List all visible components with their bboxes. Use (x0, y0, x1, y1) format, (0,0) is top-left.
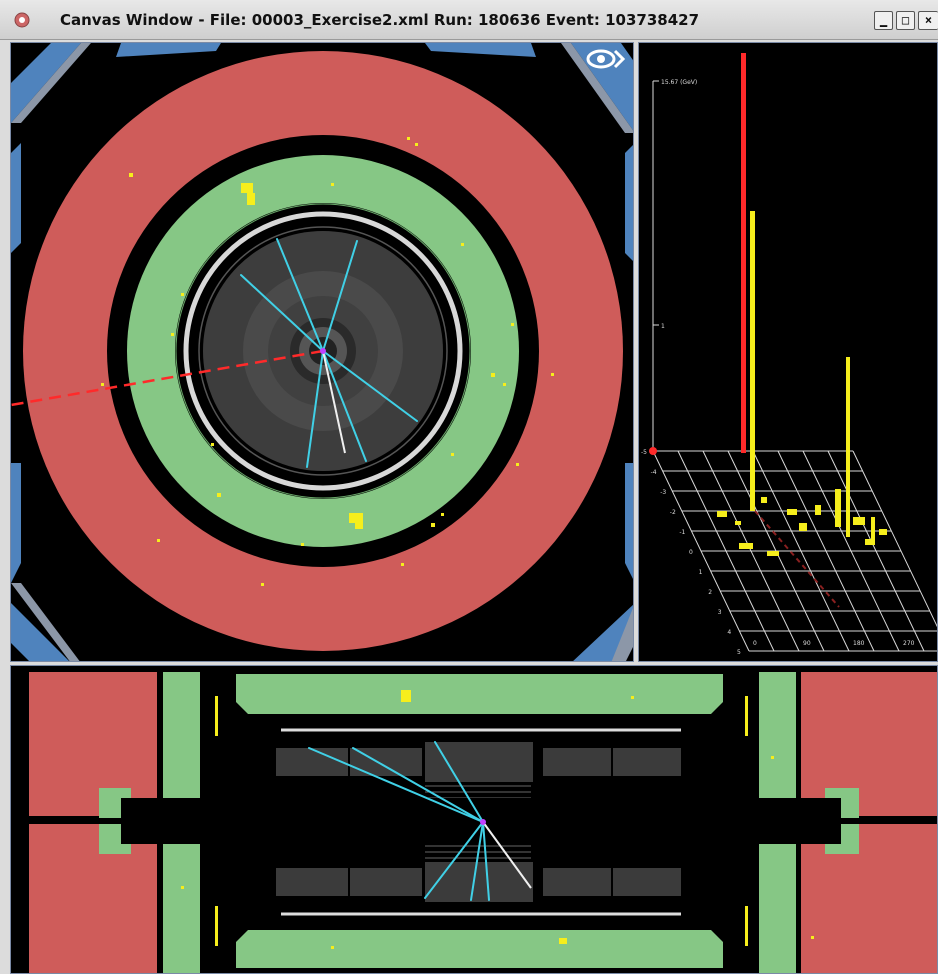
phi-tick-label: 0 (753, 640, 757, 647)
primary-vertex (320, 348, 326, 354)
tower (846, 357, 850, 537)
phi-tick-label: 270 (903, 640, 915, 647)
eta-tick-label: -4 (651, 469, 657, 476)
eta-tick-label: 3 (718, 609, 722, 616)
eta-phi-grid (652, 450, 937, 652)
eta-tick-label: 1 (699, 569, 703, 576)
eta-tick-labels: -5 -4 -3 -2 -1 0 1 2 3 4 5 (641, 449, 741, 656)
eta-tick-label: 5 (737, 649, 741, 656)
missing-et-trace (754, 510, 840, 608)
tower (871, 517, 875, 539)
origin-marker (649, 447, 657, 455)
missing-et-tower (741, 53, 746, 453)
minimize-button[interactable]: ▁ (874, 11, 893, 30)
phi-tick-label: 180 (853, 640, 865, 647)
eye-icon[interactable] (585, 47, 625, 71)
rz-view-canvas[interactable] (11, 666, 938, 974)
lego-plot-panel[interactable]: 15.67 (GeV) 1 -5 -4 -3 -2 -1 0 1 2 3 4 5 0 90 180 270… (638, 42, 938, 662)
lego-deposits (717, 497, 887, 556)
energy-towers (741, 53, 875, 539)
lego-plot-canvas[interactable]: 15.67 (GeV) 1 -5 -4 -3 -2 -1 0 1 2 3 4 5 0 90 180 270… (639, 43, 938, 662)
tower (750, 211, 755, 511)
eta-tick-label: 2 (708, 589, 712, 596)
eta-tick-label: -1 (679, 529, 685, 536)
energy-axis-tick: 1 (661, 323, 665, 330)
atlas-icon[interactable] (14, 12, 30, 28)
eta-tick-label: -3 (660, 489, 666, 496)
xy-view-panel[interactable] (10, 42, 634, 662)
eta-tick-label: 0 (689, 549, 693, 556)
title-bar[interactable]: Canvas Window - File: 00003_Exercise2.xm… (0, 0, 938, 40)
window-title: Canvas Window - File: 00003_Exercise2.xm… (60, 11, 700, 29)
xy-view-canvas[interactable] (11, 43, 634, 662)
eta-tick-label: 4 (727, 629, 731, 636)
eta-tick-label: -5 (641, 449, 647, 456)
phi-tick-label: 90 (803, 640, 811, 647)
energy-axis-label: 15.67 (GeV) (661, 79, 697, 86)
rz-view-panel[interactable] (10, 665, 938, 974)
canvas-window: Canvas Window - File: 00003_Exercise2.xm… (0, 0, 938, 974)
eta-tick-label: -2 (670, 509, 676, 516)
maximize-button[interactable]: □ (896, 11, 915, 30)
rz-vertex (480, 819, 486, 825)
close-button[interactable]: × (918, 11, 938, 30)
tower (835, 489, 841, 527)
